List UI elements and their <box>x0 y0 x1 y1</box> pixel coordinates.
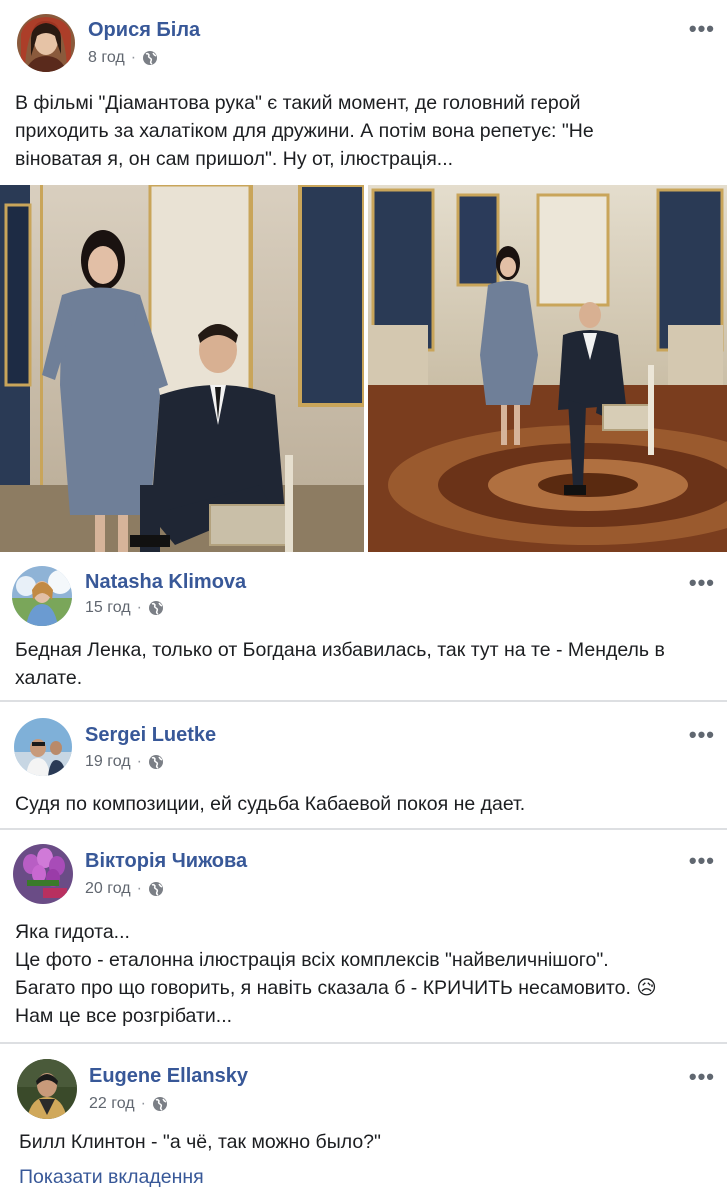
post-text-line: віноватая я, он сам пришол". Ну от, ілюс… <box>15 148 454 170</box>
comment-text-line: Багато про що говорить, я навіть сказала… <box>15 977 657 999</box>
post-meta: 8 год · <box>88 49 158 67</box>
globe-icon <box>148 882 163 896</box>
post-photo-1[interactable] <box>0 185 364 552</box>
comment-text: Яка гидота... Це фото - еталонна ілюстра… <box>15 918 715 1030</box>
comment-text-line: Яка гидота... <box>15 921 130 943</box>
comment-author[interactable]: Sergei Luetke <box>85 724 216 747</box>
comment-text-line: Бедная Ленка, только от Богдана избавила… <box>15 639 665 661</box>
comment-meta: 15 год · <box>85 599 164 617</box>
globe-icon <box>152 1097 167 1111</box>
separator-dot: · <box>136 880 142 897</box>
post-photo-2[interactable] <box>368 185 727 552</box>
comment-2: Sergei Luetke 19 год · ••• Судя по компо… <box>0 702 727 828</box>
comment-meta: 19 год · <box>85 753 164 771</box>
more-options-icon[interactable]: ••• <box>689 18 715 40</box>
comment-time[interactable]: 19 год <box>85 753 131 771</box>
more-options-icon[interactable]: ••• <box>689 572 715 594</box>
comment-1: Natasha Klimova 15 год · ••• Бедная Ленк… <box>0 560 727 700</box>
comment-text-line: Це фото - еталонна ілюстрація всіх компл… <box>15 949 609 971</box>
comment-text: Билл Клинтон - "а чё, так можно было?" <box>19 1128 719 1156</box>
globe-icon <box>148 601 163 615</box>
comment-time[interactable]: 15 год <box>85 599 131 617</box>
more-options-icon[interactable]: ••• <box>689 850 715 872</box>
globe-icon <box>148 755 163 769</box>
post-text-line: В фільмі "Діамантова рука" є такий момен… <box>15 92 581 114</box>
more-options-icon[interactable]: ••• <box>689 724 715 746</box>
more-options-icon[interactable]: ••• <box>689 1066 715 1088</box>
avatar[interactable] <box>17 14 75 72</box>
comment-meta: 20 год · <box>85 880 164 898</box>
separator-dot: · <box>130 49 137 66</box>
comment-4: Eugene Ellansky 22 год · ••• Билл Клинто… <box>0 1044 727 1195</box>
post-text: В фільмі "Діамантова рука" є такий момен… <box>15 89 715 173</box>
show-attachment-link[interactable]: Показати вкладення <box>19 1166 204 1189</box>
globe-icon <box>143 51 158 65</box>
main-post: Орися Біла 8 год · ••• В фільмі "Діамант… <box>0 0 727 560</box>
comment-meta: 22 год · <box>89 1095 168 1113</box>
comment-author[interactable]: Eugene Ellansky <box>89 1065 248 1088</box>
comment-time[interactable]: 22 год <box>89 1095 135 1113</box>
separator-dot: · <box>136 599 142 616</box>
comment-text-line: Нам це все розгрібати... <box>15 1005 233 1027</box>
avatar[interactable] <box>12 566 72 626</box>
comment-3: Вікторія Чижова 20 год · ••• Яка гидота.… <box>0 830 727 1042</box>
separator-dot: · <box>140 1095 146 1112</box>
comment-time[interactable]: 20 год <box>85 880 131 898</box>
post-time[interactable]: 8 год <box>88 49 125 67</box>
avatar[interactable] <box>17 1059 77 1119</box>
comment-author[interactable]: Natasha Klimova <box>85 571 246 594</box>
comment-author[interactable]: Вікторія Чижова <box>85 850 247 873</box>
comment-text-line: Судя по композиции, ей судьба Кабаевой п… <box>15 793 526 815</box>
post-author[interactable]: Орися Біла <box>88 19 200 42</box>
separator-dot: · <box>136 753 142 770</box>
comment-text: Бедная Ленка, только от Богдана избавила… <box>15 636 715 692</box>
comment-text: Судя по композиции, ей судьба Кабаевой п… <box>15 790 715 818</box>
comment-text-line: халате. <box>15 667 83 689</box>
avatar[interactable] <box>13 844 73 904</box>
avatar[interactable] <box>14 718 72 776</box>
comment-text-line: Билл Клинтон - "а чё, так можно было?" <box>19 1131 381 1153</box>
post-text-line: приходить за халатіком для дружини. А по… <box>15 120 594 142</box>
